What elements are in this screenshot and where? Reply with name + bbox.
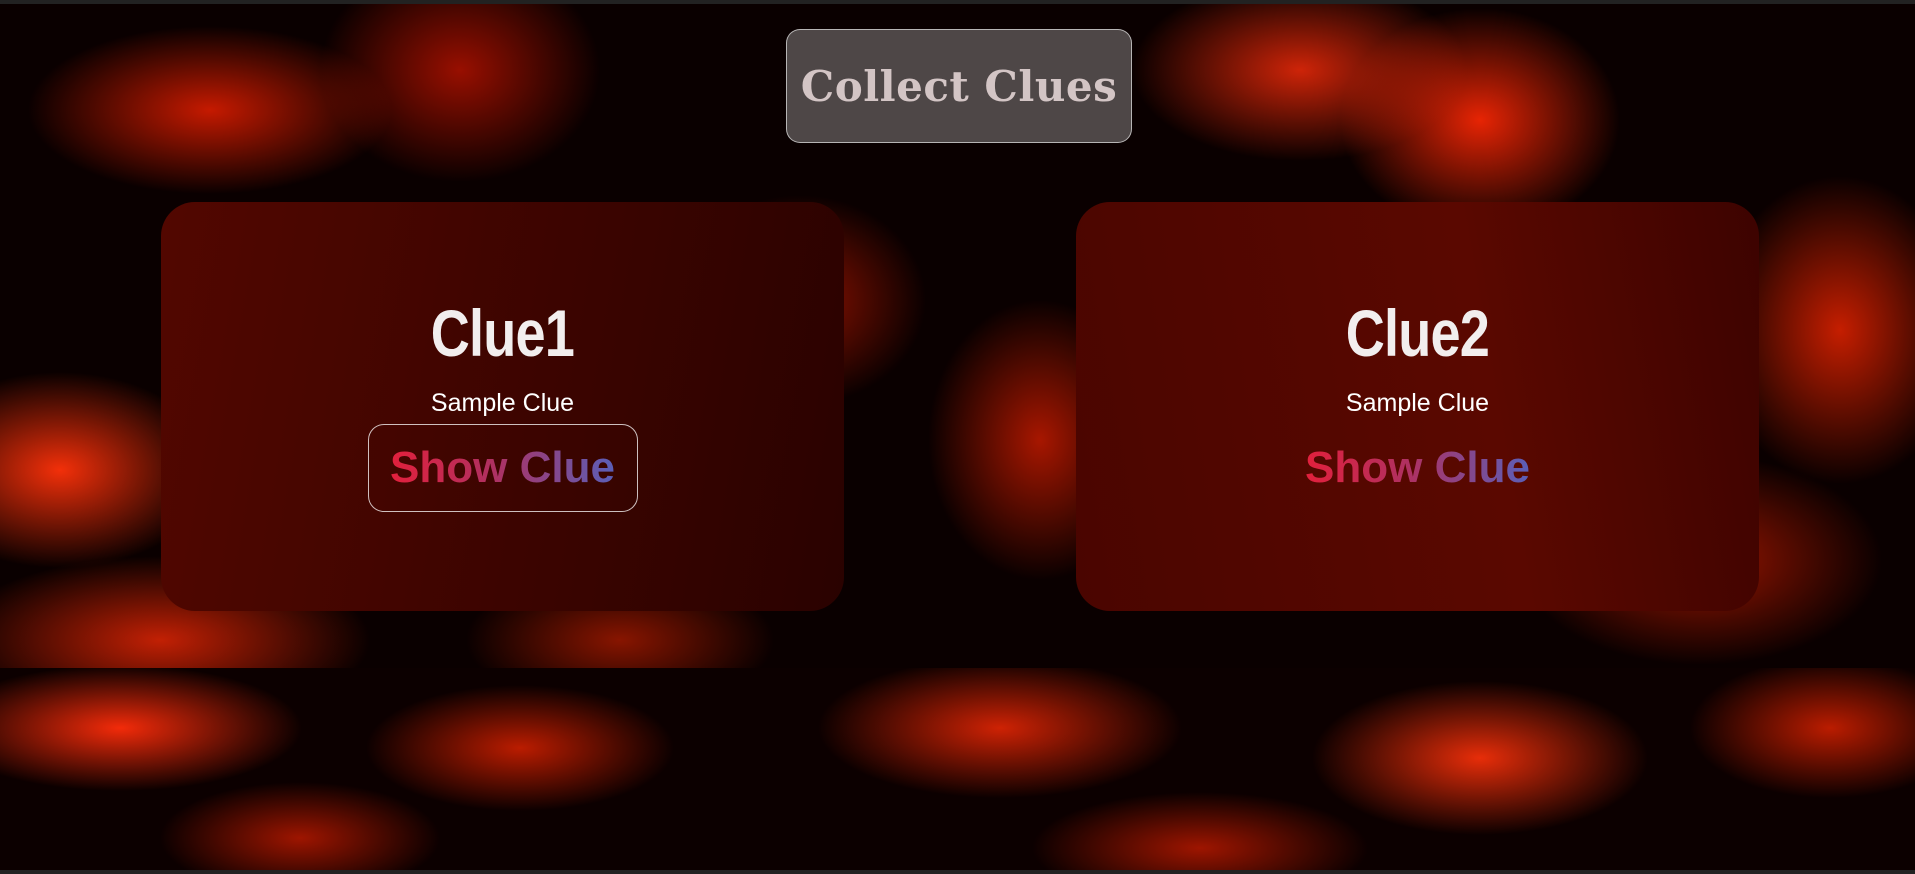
background-lower-band <box>0 668 1915 874</box>
show-clue-button-label: Show Clue <box>390 443 615 492</box>
background-smoke: Collect Clues Clue1 Sample Clue Show Clu… <box>0 0 1915 874</box>
bottom-divider <box>0 870 1915 874</box>
clue-card-title: Clue1 <box>430 296 575 370</box>
clue-card-text: Sample Clue <box>1345 389 1490 417</box>
show-clue-button[interactable]: Show Clue <box>1283 424 1553 512</box>
clue-card-text: Sample Clue <box>430 389 575 417</box>
show-clue-button-label: Show Clue <box>1305 443 1530 492</box>
clue-card-title: Clue2 <box>1345 296 1490 370</box>
top-divider <box>0 0 1915 4</box>
page-title: Collect Clues <box>800 61 1118 111</box>
page-title-box: Collect Clues <box>786 29 1132 143</box>
show-clue-button[interactable]: Show Clue <box>367 424 638 512</box>
clue-card-2: Clue2 Sample Clue Show Clue <box>1076 202 1759 611</box>
clue-card-1: Clue1 Sample Clue Show Clue <box>161 202 844 611</box>
